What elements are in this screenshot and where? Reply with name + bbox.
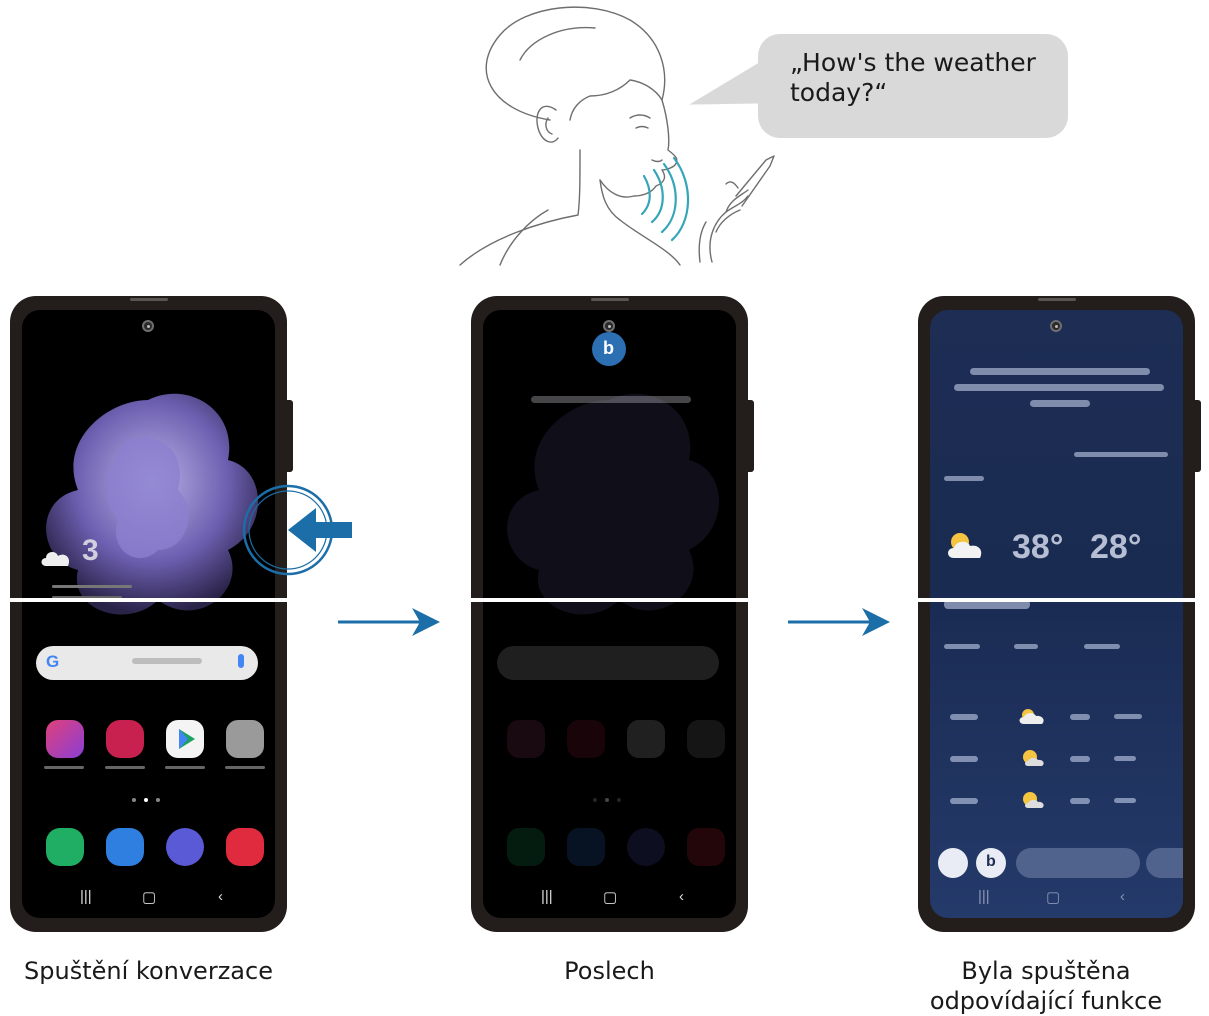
play-store-icon[interactable] [166,720,204,758]
caption-step-1: Spuštění konverzace [24,957,273,985]
listening-screen: b ||| ▢ ‹ [483,310,736,918]
bixby-mic-icon[interactable]: b [976,848,1006,878]
camera-app-icon[interactable] [226,828,264,866]
gallery-icon[interactable] [106,720,144,758]
caption-step-2: Poslech [564,957,655,985]
keyboard-icon[interactable] [938,848,968,878]
bixby-icon: b [592,332,626,366]
home-screen: 3 G ||| ▢ ‹ [22,310,275,918]
cloud-icon [41,552,70,566]
right-arrow-icon [788,608,890,636]
back-button[interactable]: ‹ [218,888,223,905]
mic-icon[interactable] [238,654,244,668]
weather-icon [948,533,982,558]
suggestion-chip[interactable] [1146,848,1183,878]
dock-row [36,828,264,868]
google-folder-icon[interactable] [226,720,264,758]
phone-start-conversation: 3 G ||| ▢ ‹ [6,296,293,932]
flower-wallpaper [46,393,258,615]
person-illustration [459,6,775,266]
speech-quote: „How's the weather today?“ [790,48,1036,107]
google-search-bar[interactable]: G [36,646,258,680]
right-arrow-icon [338,608,440,636]
internet-icon[interactable] [166,828,204,866]
recents-button[interactable]: ||| [80,888,92,905]
caption-step-3: Byla spuštěna odpovídající funkce [929,957,1163,1015]
google-icon: G [46,652,60,671]
phone-app-icon[interactable] [46,828,84,866]
side-key-press-icon [242,484,352,576]
camera-icon [142,320,154,332]
galaxy-store-icon[interactable] [46,720,84,758]
phone-result: 38° 28° b ||| ▢ ‹ [914,296,1201,932]
phone-listening: b ||| ▢ ‹ [467,296,754,932]
home-button[interactable]: ▢ [142,888,156,906]
suggestion-chip[interactable] [1016,848,1140,878]
weather-screen: 38° 28° b ||| ▢ ‹ [930,310,1183,918]
app-row [36,720,265,769]
side-key[interactable] [287,400,293,472]
messages-icon[interactable] [106,828,144,866]
nav-bar: ||| ▢ ‹ [22,878,275,918]
